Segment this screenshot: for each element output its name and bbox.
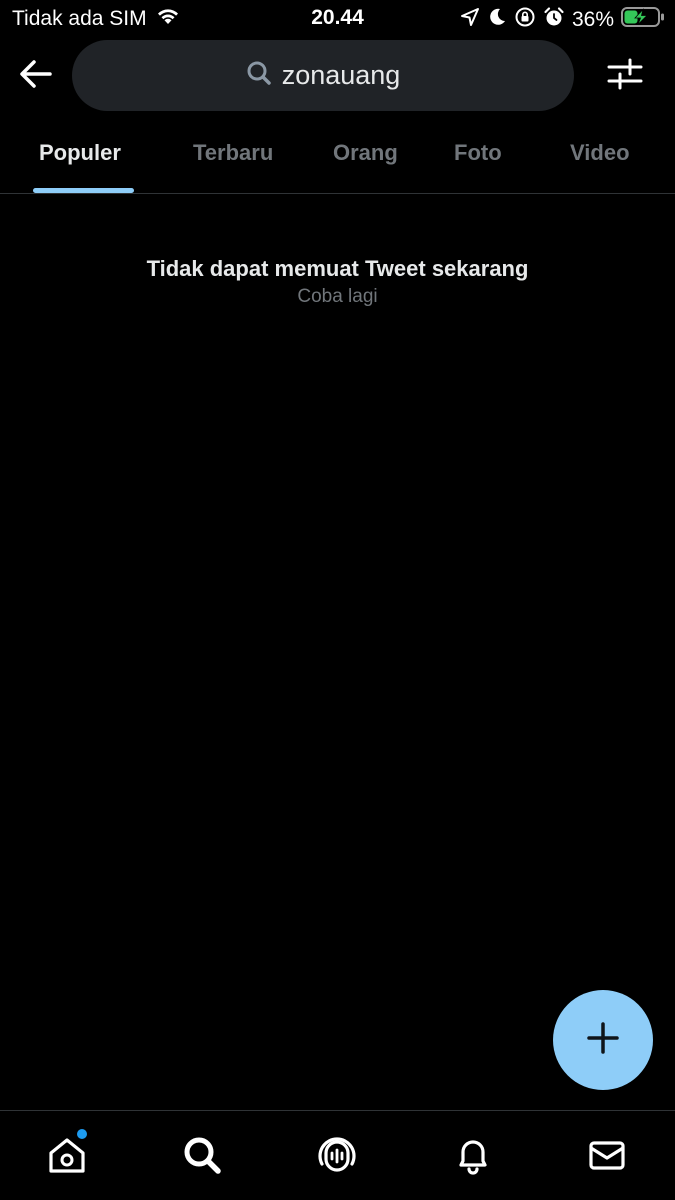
nav-notifications[interactable] [449,1133,497,1181]
nav-home[interactable] [43,1129,91,1182]
search-tabs: Populer Terbaru Orang Foto Video [0,128,675,194]
active-tab-indicator [33,188,134,193]
retry-button[interactable]: Coba lagi [0,286,675,308]
battery-charging-icon [621,6,665,33]
home-icon [45,1133,89,1182]
rotation-lock-icon [514,6,536,33]
search-icon [181,1134,223,1181]
search-bar[interactable]: zonauang [72,40,574,111]
battery-percent: 36% [571,7,614,31]
tab-foto[interactable]: Foto [454,140,502,166]
compose-tweet-button[interactable] [553,990,653,1090]
nav-spaces[interactable] [313,1133,361,1181]
plus-icon [586,1021,620,1060]
bell-icon [452,1134,494,1181]
bottom-nav [0,1110,675,1200]
sliders-icon [607,57,643,96]
tab-orang[interactable]: Orang [333,140,398,166]
nav-messages[interactable] [583,1133,631,1181]
search-query[interactable]: zonauang [282,60,401,91]
moon-icon [487,7,507,32]
home-badge [77,1129,87,1139]
arrow-left-icon [19,59,53,94]
search-filter-button[interactable] [603,56,647,96]
tab-terbaru[interactable]: Terbaru [193,140,273,166]
tab-video[interactable]: Video [570,140,630,166]
error-message: Tidak dapat memuat Tweet sekarang [146,256,529,281]
back-button[interactable] [16,56,56,96]
envelope-icon [586,1134,628,1181]
spaces-icon [316,1134,358,1181]
status-right: 36% [460,6,665,33]
status-bar: Tidak ada SIM 20.44 36% [0,0,675,36]
location-arrow-icon [460,7,480,32]
search-icon [246,60,272,91]
search-results-screen: Tidak ada SIM 20.44 36% zonauang Populer… [0,0,675,1200]
alarm-icon [543,6,565,33]
nav-search[interactable] [178,1133,226,1181]
tab-populer[interactable]: Populer [39,140,121,166]
